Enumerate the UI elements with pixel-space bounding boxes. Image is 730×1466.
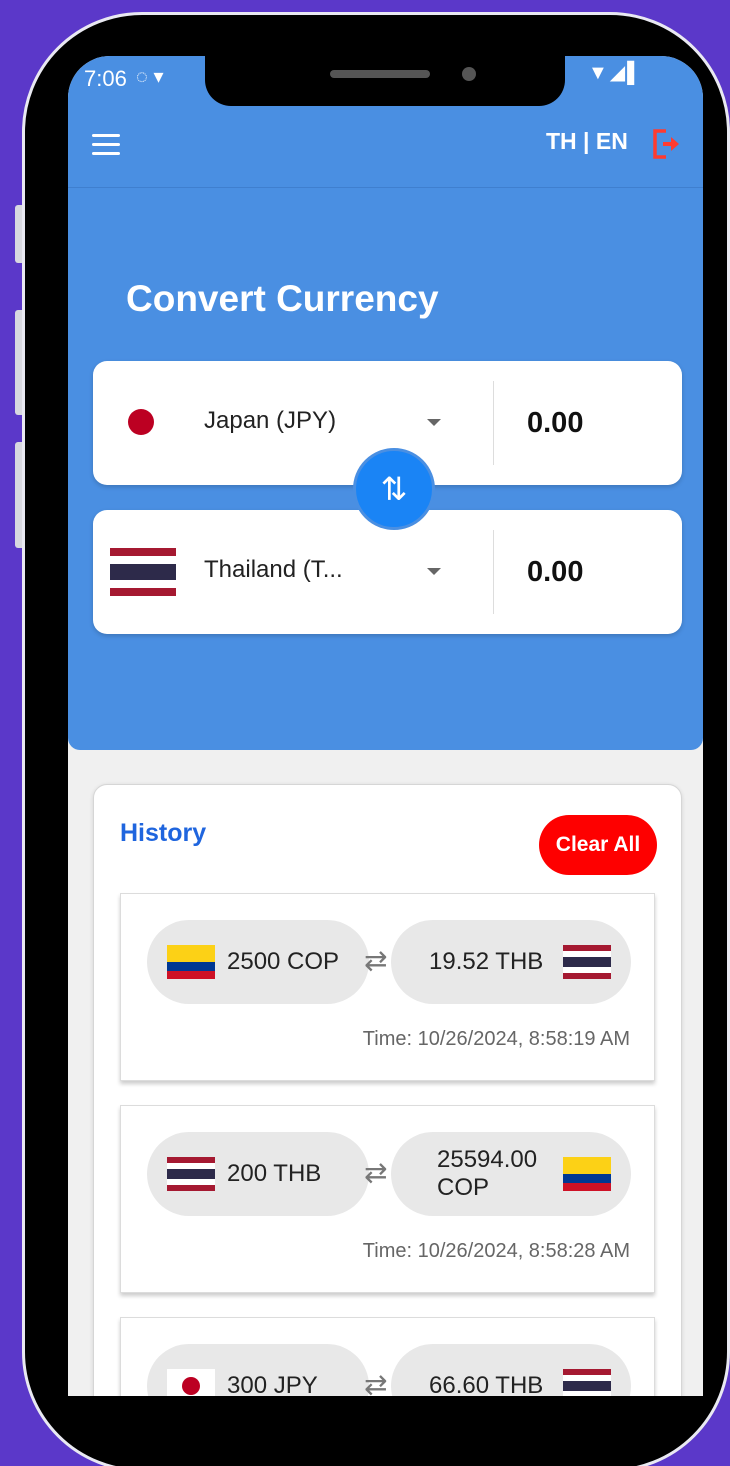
from-amount-input[interactable]: 0.00 (527, 407, 583, 440)
history-title: History (120, 819, 207, 847)
history-card: History Clear All 2500 COP ⇄ 19.52 THB T… (93, 784, 682, 1396)
colombia-flag-icon (563, 1157, 611, 1191)
status-left-icons: ◌ ▾ (136, 66, 164, 88)
from-pill: 300 JPY (147, 1344, 369, 1396)
to-pill: 19.52 THB (391, 920, 631, 1004)
to-currency-select[interactable]: Thailand (T... (204, 556, 343, 584)
page-title: Convert Currency (126, 278, 439, 319)
exchange-arrows-icon: ⇄ (364, 1157, 388, 1188)
phone-camera (462, 67, 476, 81)
exchange-arrows-icon: ⇄ (364, 945, 388, 976)
status-right-icons: ▼◢▌ (588, 62, 644, 84)
japan-flag-icon (167, 1369, 215, 1396)
from-value: 2500 COP (227, 948, 340, 975)
history-time: Time: 10/26/2024, 8:58:28 AM (362, 1240, 630, 1262)
from-currency-select[interactable]: Japan (JPY) (204, 407, 336, 435)
to-pill: 66.60 THB (391, 1344, 631, 1396)
history-entry[interactable]: 200 THB ⇄ 25594.00 COP Time: 10/26/2024,… (120, 1105, 655, 1293)
divider (493, 381, 494, 465)
history-entry[interactable]: 2500 COP ⇄ 19.52 THB Time: 10/26/2024, 8… (120, 893, 655, 1081)
divider (493, 530, 494, 614)
from-value: 200 THB (227, 1160, 322, 1187)
exchange-arrows-icon: ⇄ (364, 1369, 388, 1396)
history-entry[interactable]: 300 JPY ⇄ 66.60 THB (120, 1317, 655, 1396)
to-value: 19.52 THB (429, 948, 544, 975)
swap-arrows-icon: ⇅ (380, 471, 408, 507)
language-toggle[interactable]: TH | EN (546, 128, 628, 155)
to-value: 66.60 THB (429, 1372, 544, 1396)
from-pill: 200 THB (147, 1132, 369, 1216)
to-amount-input[interactable]: 0.00 (527, 556, 583, 589)
logout-icon[interactable] (652, 128, 682, 160)
chevron-down-icon[interactable] (427, 419, 441, 426)
japan-flag-icon (128, 409, 154, 435)
from-value: 300 JPY (227, 1372, 318, 1396)
clear-all-button[interactable]: Clear All (539, 815, 657, 875)
colombia-flag-icon (167, 945, 215, 979)
to-pill: 25594.00 COP (391, 1132, 631, 1216)
history-time: Time: 10/26/2024, 8:58:19 AM (362, 1028, 630, 1050)
thailand-flag-icon (110, 548, 176, 596)
thailand-flag-icon (563, 1369, 611, 1396)
to-value: 25594.00 COP (437, 1146, 538, 1201)
app-header: TH | EN (68, 106, 703, 188)
phone-notch (205, 56, 565, 106)
from-pill: 2500 COP (147, 920, 369, 1004)
swap-currency-button[interactable]: ⇅ (353, 448, 435, 530)
thailand-flag-icon (563, 945, 611, 979)
chevron-down-icon[interactable] (427, 568, 441, 575)
hamburger-menu-icon[interactable] (92, 134, 120, 156)
status-time: 7:06 (84, 66, 127, 91)
thailand-flag-icon (167, 1157, 215, 1191)
phone-speaker (330, 70, 430, 78)
app-screen: 7:06 ◌ ▾ ▼◢▌ TH | EN Convert Currency Ja… (68, 56, 703, 1396)
